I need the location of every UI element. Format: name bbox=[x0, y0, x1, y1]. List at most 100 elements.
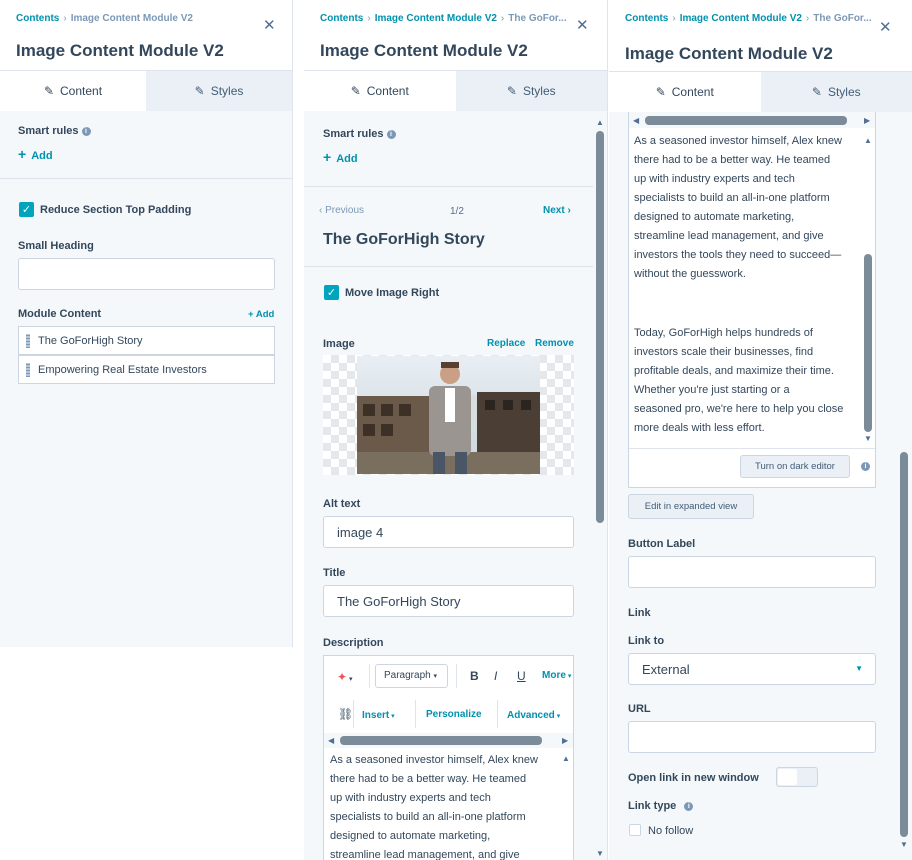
text-line: designed to automate marketing, bbox=[634, 211, 795, 223]
arrow-down-icon[interactable]: ▼ bbox=[900, 840, 908, 849]
tab-bar: ✎ Content ✎ Styles bbox=[609, 72, 912, 112]
dark-editor-button[interactable]: Turn on dark editor bbox=[740, 455, 850, 478]
link-icon[interactable]: ⛓ bbox=[338, 707, 353, 721]
small-heading-label: Small Heading bbox=[18, 240, 94, 252]
add-smart-rule-button[interactable]: + Add bbox=[323, 149, 358, 165]
list-item[interactable]: The GoForHigh Story bbox=[18, 326, 275, 355]
previous-button[interactable]: ‹ Previous bbox=[319, 205, 364, 216]
breadcrumb-link-contents[interactable]: Contents bbox=[625, 13, 668, 24]
arrow-down-icon[interactable]: ▼ bbox=[864, 434, 872, 443]
move-image-checkbox[interactable]: ✓ bbox=[324, 285, 339, 300]
arrow-down-icon[interactable]: ▼ bbox=[596, 849, 604, 858]
breadcrumb-link-contents[interactable]: Contents bbox=[16, 13, 59, 24]
breadcrumb-link-contents[interactable]: Contents bbox=[320, 13, 363, 24]
alt-text-input[interactable]: image 4 bbox=[323, 516, 574, 548]
tab-styles[interactable]: ✎ Styles bbox=[146, 71, 292, 111]
breadcrumb: Contents › Image Content Module V2 bbox=[16, 13, 193, 24]
chevron-right-icon: › bbox=[367, 13, 371, 24]
replace-image-button[interactable]: Replace bbox=[487, 338, 525, 349]
paragraph-select[interactable]: Paragraph ▾ bbox=[375, 664, 448, 688]
arrow-up-icon[interactable]: ▲ bbox=[596, 118, 604, 127]
arrow-right-icon[interactable]: ▶ bbox=[864, 116, 870, 125]
tab-content[interactable]: ✎ Content bbox=[0, 71, 146, 111]
scrollbar-thumb[interactable] bbox=[596, 131, 604, 523]
link-type-label: Link type i bbox=[628, 800, 694, 812]
button-label-input[interactable] bbox=[628, 556, 876, 588]
next-button[interactable]: Next › bbox=[543, 205, 571, 216]
tab-label: Styles bbox=[827, 85, 861, 99]
rich-text-editor: ✦ ▾ Paragraph ▾ B I U More ▾ ⛓ Insert ▾ … bbox=[323, 655, 574, 860]
module-add-button[interactable]: + Add bbox=[248, 309, 274, 320]
description-text[interactable]: As a seasoned investor himself, Alex kne… bbox=[634, 132, 843, 438]
close-icon[interactable]: ✕ bbox=[263, 18, 276, 33]
link-section-label: Link bbox=[628, 607, 651, 619]
small-heading-input[interactable] bbox=[18, 258, 275, 290]
scrollbar-thumb[interactable] bbox=[900, 452, 908, 837]
info-icon[interactable]: i bbox=[684, 802, 694, 811]
info-icon[interactable]: i bbox=[861, 462, 870, 471]
expanded-view-button[interactable]: Edit in expanded view bbox=[628, 494, 754, 519]
no-follow-checkbox[interactable] bbox=[629, 824, 641, 836]
arrow-right-icon[interactable]: ▶ bbox=[562, 736, 568, 745]
insert-dropdown[interactable]: Insert ▾ bbox=[362, 710, 395, 721]
text-line: seasoned pro, we're here to help you clo… bbox=[634, 403, 844, 415]
chevron-right-icon: › bbox=[567, 205, 571, 216]
italic-button[interactable]: I bbox=[494, 669, 497, 683]
link-to-select[interactable]: External ▼ bbox=[628, 653, 876, 685]
text-line: Whether you're just starting or a bbox=[634, 384, 790, 396]
caret-down-icon: ▾ bbox=[554, 713, 561, 720]
url-input[interactable] bbox=[628, 721, 876, 753]
reduce-padding-checkbox[interactable]: ✓ bbox=[19, 202, 34, 217]
ai-sparkle-icon[interactable]: ✦ ▾ bbox=[337, 670, 353, 684]
move-image-label: Move Image Right bbox=[345, 287, 440, 299]
sidebar-panel-module: Contents › Image Content Module V2 Image C… bbox=[0, 0, 293, 647]
text-line: investors scale their businesses, find bbox=[634, 346, 814, 358]
text-line: there had to be a better way. He teamed bbox=[330, 773, 527, 785]
drag-handle-icon[interactable] bbox=[26, 334, 30, 348]
arrow-up-icon[interactable]: ▲ bbox=[864, 136, 872, 145]
tab-styles[interactable]: ✎ Styles bbox=[455, 71, 607, 111]
breadcrumb-current: The GoFor... bbox=[508, 13, 567, 24]
divider bbox=[456, 664, 457, 688]
page-title: Image Content Module V2 bbox=[625, 44, 833, 63]
arrow-left-icon[interactable]: ◀ bbox=[328, 736, 334, 745]
caret-down-icon: ▾ bbox=[433, 673, 437, 680]
new-window-toggle[interactable] bbox=[776, 767, 818, 787]
info-icon[interactable]: i bbox=[386, 130, 396, 139]
add-smart-rule-button[interactable]: + Add bbox=[18, 146, 53, 162]
scrollbar-thumb[interactable] bbox=[864, 254, 872, 432]
horizontal-scrollbar[interactable]: ◀ ▶ bbox=[629, 112, 875, 128]
tab-content[interactable]: ✎ Content bbox=[609, 72, 761, 112]
arrow-up-icon[interactable]: ▲ bbox=[562, 754, 570, 763]
new-window-label: Open link in new window bbox=[628, 772, 759, 784]
tab-content[interactable]: ✎ Content bbox=[304, 71, 456, 111]
title-input[interactable]: The GoForHigh Story bbox=[323, 585, 574, 617]
text-line: specialists to build an all-in-one platf… bbox=[330, 811, 526, 823]
arrow-left-icon[interactable]: ◀ bbox=[633, 116, 639, 125]
info-icon[interactable]: i bbox=[81, 127, 91, 136]
close-icon[interactable]: ✕ bbox=[879, 20, 892, 35]
drag-handle-icon[interactable] bbox=[26, 363, 30, 377]
plus-icon: + bbox=[323, 149, 332, 165]
personalize-button[interactable]: Personalize bbox=[426, 709, 482, 720]
breadcrumb-link-module[interactable]: Image Content Module V2 bbox=[375, 13, 497, 24]
bold-button[interactable]: B bbox=[470, 669, 479, 683]
horizontal-scrollbar[interactable]: ◀ ▶ bbox=[324, 733, 573, 748]
breadcrumb: Contents › Image Content Module V2 › The GoF… bbox=[320, 13, 567, 24]
list-item[interactable]: Empowering Real Estate Investors bbox=[18, 355, 275, 384]
scrollbar-thumb[interactable] bbox=[340, 736, 542, 745]
more-dropdown[interactable]: More ▾ bbox=[542, 670, 571, 681]
remove-image-button[interactable]: Remove bbox=[535, 338, 574, 349]
advanced-dropdown[interactable]: Advanced ▾ bbox=[507, 710, 560, 721]
description-text[interactable]: As a seasoned investor himself, Alex kne… bbox=[330, 751, 538, 860]
panel-header: Contents › Image Content Module V2 › The GoF… bbox=[609, 0, 912, 72]
breadcrumb-link-module[interactable]: Image Content Module V2 bbox=[680, 13, 802, 24]
underline-button[interactable]: U bbox=[517, 669, 526, 683]
image-preview[interactable] bbox=[323, 355, 574, 475]
tab-bar: ✎ Content ✎ Styles bbox=[0, 71, 292, 111]
tab-styles[interactable]: ✎ Styles bbox=[760, 72, 912, 112]
close-icon[interactable]: ✕ bbox=[576, 18, 589, 33]
text-line: there had to be a better way. He teamed bbox=[634, 154, 831, 166]
scrollbar-thumb[interactable] bbox=[645, 116, 847, 125]
divider bbox=[304, 186, 593, 187]
